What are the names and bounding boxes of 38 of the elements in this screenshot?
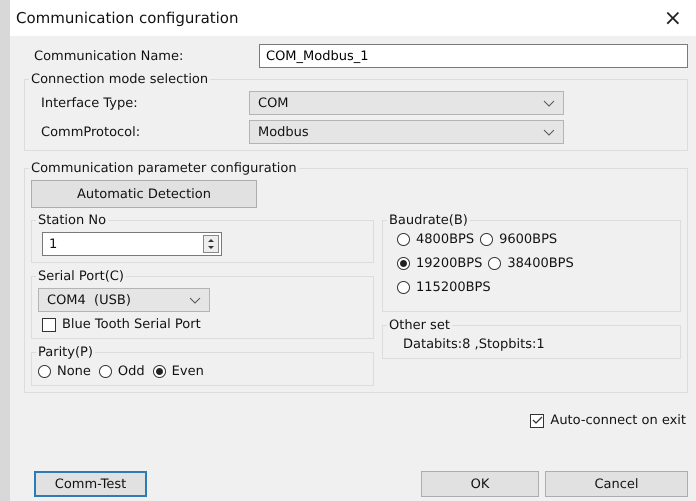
comm-test-button[interactable]: Comm-Test [34, 471, 147, 497]
radio-option[interactable]: None [38, 364, 91, 379]
chevron-down-icon [543, 128, 555, 136]
checkbox-option[interactable]: Blue Tooth Serial Port [42, 317, 367, 332]
radio-option[interactable]: 115200BPS [397, 280, 491, 295]
serial-settings-text: Databits:8 ,Stopbits:1 [402, 337, 545, 352]
checkbox[interactable] [530, 414, 544, 428]
checkbox[interactable] [42, 318, 56, 332]
dialog-button[interactable]: Cancel [545, 471, 688, 497]
window-title: Communication configuration [16, 9, 238, 27]
chevron-down-icon [189, 296, 201, 304]
group-title: Communication parameter configuration [30, 161, 298, 176]
close-button[interactable]: × [660, 6, 686, 30]
group-title: Station No [37, 213, 108, 228]
group-title: Parity(P) [37, 345, 94, 360]
radio-option[interactable]: 19200BPS [397, 256, 482, 271]
radio-option[interactable]: 4800BPS [397, 232, 474, 247]
automatic-detection-button[interactable]: Automatic Detection [31, 180, 257, 208]
group-title: Serial Port(C) [37, 269, 125, 284]
spin-arrows-icon[interactable] [203, 235, 219, 253]
group-title: Connection mode selection [30, 72, 210, 87]
radio-option[interactable]: 38400BPS [488, 256, 574, 271]
name-field[interactable]: COM_Modbus_1 [259, 44, 688, 68]
field-label: Interface Type: [40, 96, 139, 110]
dialog-button[interactable]: OK [421, 471, 539, 497]
radio-option[interactable]: Odd [98, 364, 145, 379]
chevron-down-icon [543, 100, 555, 106]
field-label: Communication Name: [33, 48, 184, 64]
checkbox-option[interactable]: Auto-connect on exit [530, 413, 686, 428]
radio-option[interactable]: 9600BPS [480, 232, 558, 247]
radio-option[interactable]: Even [152, 364, 204, 379]
dropdown[interactable]: COM4 (USB) [38, 288, 210, 312]
station-spinner[interactable]: 1 [42, 232, 222, 256]
field-label: CommProtocol: [40, 124, 142, 140]
dropdown[interactable]: COM [249, 91, 564, 115]
group-title: Baudrate(B) [388, 213, 469, 228]
group-title: Other set [388, 318, 451, 333]
dropdown[interactable]: Modbus [249, 120, 564, 144]
